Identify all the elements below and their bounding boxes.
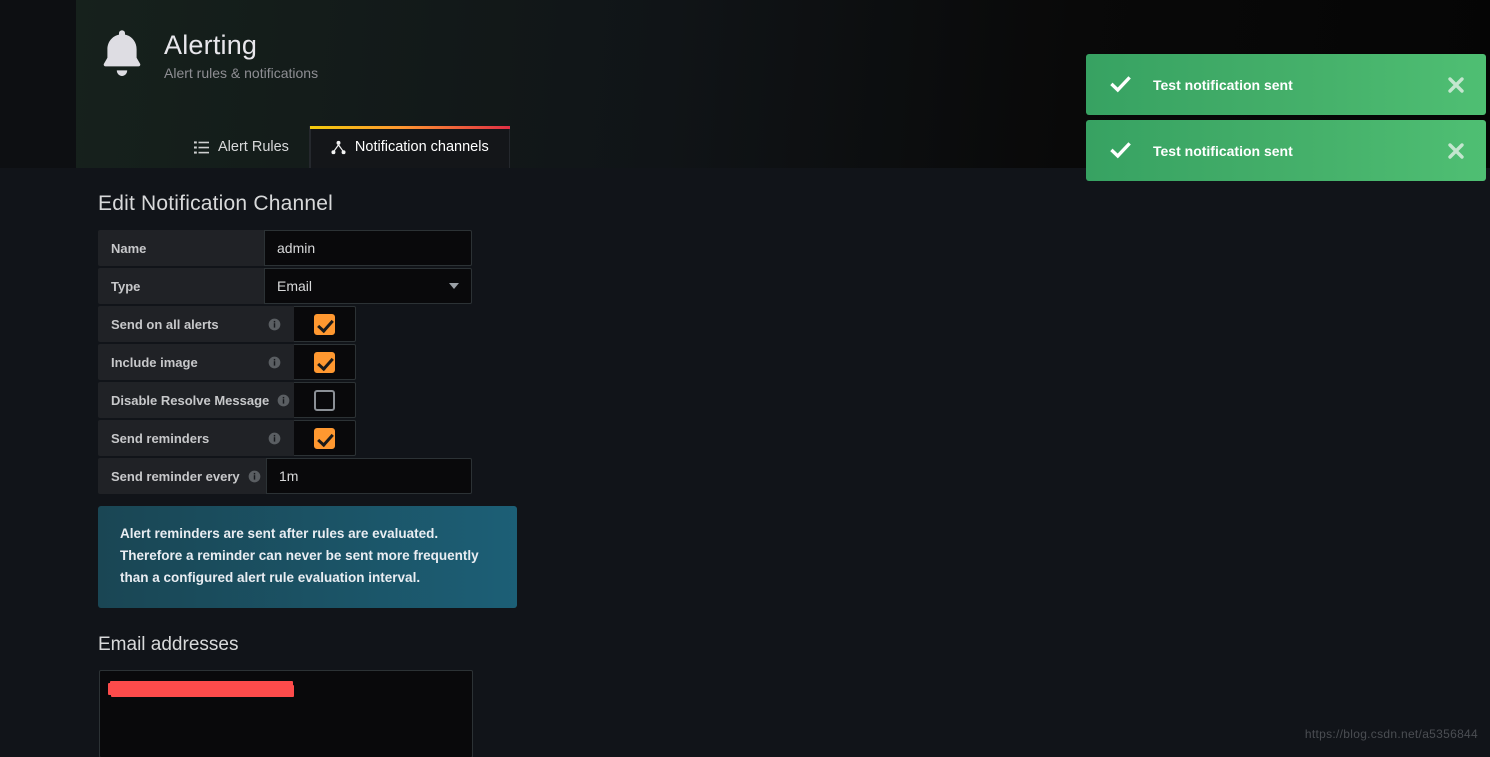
email-addresses-textarea[interactable] (99, 670, 473, 757)
send-on-all-alerts-text: Send on all alerts (111, 316, 219, 332)
send-on-all-alerts-checkbox-cell[interactable] (294, 306, 356, 342)
main-content: Edit Notification Channel Name admin Typ… (0, 168, 1490, 757)
notification-channel-form: Name admin Type Email Send on all alerts (98, 230, 472, 496)
form-row-send-reminder-every: Send reminder every 1m (98, 458, 472, 494)
list-icon (194, 140, 209, 154)
tab-notification-channels[interactable]: Notification channels (309, 126, 510, 168)
tab-alert-rules[interactable]: Alert Rules (174, 126, 310, 168)
send-reminder-every-label: Send reminder every (98, 458, 266, 494)
send-on-all-alerts-checkbox[interactable] (314, 313, 335, 335)
include-image-checkbox[interactable] (314, 351, 335, 373)
toast-notification: Test notification sent (1086, 120, 1486, 181)
type-select[interactable]: Email (264, 268, 472, 304)
toast-stack: Test notification sent Test notification… (1086, 54, 1486, 181)
bell-icon (103, 30, 141, 76)
info-icon[interactable] (268, 356, 281, 369)
disable-resolve-message-checkbox[interactable] (314, 389, 335, 411)
send-reminders-checkbox[interactable] (314, 427, 335, 449)
send-reminder-every-input[interactable]: 1m (266, 458, 472, 494)
check-icon (1110, 76, 1131, 93)
redaction-bar (110, 681, 293, 693)
include-image-label: Include image (98, 344, 294, 380)
disable-resolve-message-text: Disable Resolve Message (111, 392, 270, 408)
form-row-send-on-all-alerts: Send on all alerts (98, 306, 472, 342)
form-row-name: Name admin (98, 230, 472, 266)
section-title: Edit Notification Channel (98, 192, 333, 215)
form-row-include-image: Include image (98, 344, 472, 380)
email-addresses-title: Email addresses (98, 634, 239, 655)
include-image-text: Include image (111, 354, 198, 370)
send-reminders-text: Send reminders (111, 430, 210, 446)
disable-resolve-message-label: Disable Resolve Message (98, 382, 294, 418)
watermark-text: https://blog.csdn.net/a5356844 (1304, 727, 1478, 741)
toast-message: Test notification sent (1153, 76, 1293, 93)
check-icon (1110, 142, 1131, 159)
form-row-disable-resolve-message: Disable Resolve Message (98, 382, 472, 418)
close-icon[interactable] (1446, 75, 1466, 95)
tab-alert-rules-label: Alert Rules (218, 139, 289, 155)
name-label: Name (98, 230, 264, 266)
watermark: https://blog.csdn.net/a5356844 (1305, 727, 1478, 741)
send-reminders-checkbox-cell[interactable] (294, 420, 356, 456)
close-icon[interactable] (1446, 141, 1466, 161)
send-reminder-every-text: Send reminder every (111, 468, 240, 484)
tab-bar: Alert Rules Notification channels (174, 126, 510, 168)
type-label: Type (98, 268, 264, 304)
info-icon[interactable] (268, 432, 281, 445)
type-select-value: Email (277, 278, 313, 294)
app-root: Alerting Alert rules & notifications Ale… (0, 0, 1490, 757)
info-icon[interactable] (277, 394, 290, 407)
send-on-all-alerts-label: Send on all alerts (98, 306, 294, 342)
form-row-send-reminders: Send reminders (98, 420, 472, 456)
reminder-info-box: Alert reminders are sent after rules are… (98, 506, 517, 608)
header-text-block: Alerting Alert rules & notifications (164, 22, 318, 82)
disable-resolve-message-checkbox-cell[interactable] (294, 382, 356, 418)
chevron-down-icon (449, 283, 459, 289)
info-icon[interactable] (248, 470, 261, 483)
include-image-checkbox-cell[interactable] (294, 344, 356, 380)
form-row-type: Type Email (98, 268, 472, 304)
name-input[interactable]: admin (264, 230, 472, 266)
header-identity: Alerting Alert rules & notifications (98, 22, 318, 82)
sitemap-icon (331, 140, 346, 154)
send-reminders-label: Send reminders (98, 420, 294, 456)
tab-notification-channels-label: Notification channels (354, 139, 489, 155)
toast-notification: Test notification sent (1086, 54, 1486, 115)
left-sidebar-rail (0, 0, 76, 168)
page-title: Alerting (164, 30, 258, 60)
toast-message: Test notification sent (1153, 142, 1293, 159)
page-subtitle: Alert rules & notifications (164, 65, 319, 81)
info-icon[interactable] (268, 318, 281, 331)
